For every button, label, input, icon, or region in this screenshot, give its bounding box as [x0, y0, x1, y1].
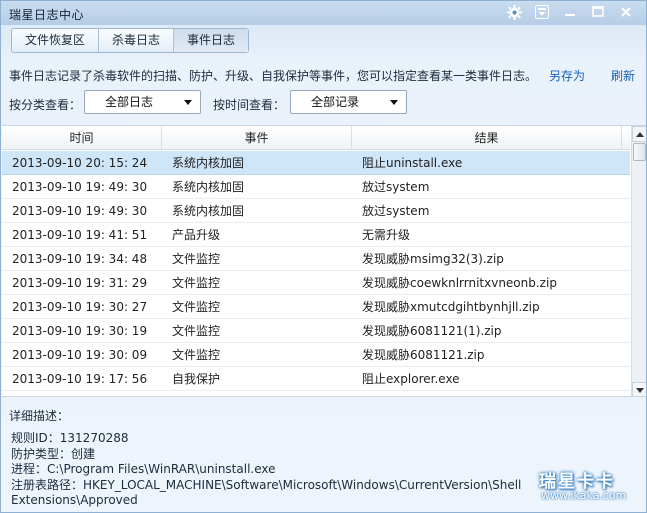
watermark-url: www.ikaka.com: [541, 489, 627, 502]
detail-description: 规则ID：131270288 防护类型：创建 进程：C:\Program Files…: [11, 431, 531, 509]
cell-event: 自我保护: [172, 372, 221, 386]
log-center-window: 瑞星日志中心 文件恢复区 杀毒日志 事件日志 事件日志记录了杀毒软件的扫描、防护…: [0, 0, 647, 513]
cell-time: 2013-09-10 19: 41: 51: [12, 227, 148, 242]
tab-bar: 文件恢复区 杀毒日志 事件日志: [11, 28, 250, 53]
table-row[interactable]: 2013-09-10 19: 34: 48 文件监控 发现威胁msimg32(3).…: [2, 247, 630, 271]
detail-line: Extensions\Approved: [11, 493, 138, 507]
cell-event: 文件监控: [172, 300, 221, 314]
scroll-down-button[interactable]: [632, 382, 646, 396]
save-as-link[interactable]: 另存为: [549, 67, 585, 84]
cell-event: 文件监控: [172, 252, 221, 266]
event-log-description: 事件日志记录了杀毒软件的扫描、防护、升级、自我保护等事件，您可以指定查看某一类事…: [9, 69, 538, 83]
close-icon[interactable]: [613, 2, 639, 22]
gear-icon[interactable]: [501, 2, 527, 22]
cell-event: 系统内核加固: [172, 204, 245, 218]
cell-result: 放过system: [362, 204, 430, 218]
cell-time: 2013-09-10 19: 49: 30: [12, 203, 148, 218]
cell-result: 阻止uninstall.exe: [362, 156, 463, 170]
cell-time: 2013-09-10 19: 34: 48: [12, 251, 148, 266]
category-filter-value: 全部日志: [105, 95, 154, 109]
detail-line: 规则ID：131270288: [11, 431, 129, 445]
minimize-icon[interactable]: [557, 2, 583, 22]
cell-result: 发现威胁6081121(1).zip: [362, 324, 502, 338]
cell-event: 系统内核加固: [172, 156, 245, 170]
category-filter-label: 按分类查看：: [9, 98, 82, 112]
cell-time: 2013-09-10 19: 31: 29: [12, 275, 148, 290]
cell-time: 2013-09-10 19: 30: 09: [12, 347, 148, 362]
detail-line: 进程：C:\Program Files\WinRAR\uninstall.exe: [11, 462, 276, 476]
arrow-up-icon: [635, 131, 644, 137]
cell-time: 2013-09-10 19: 30: 19: [12, 323, 148, 338]
category-filter-select[interactable]: 全部日志: [84, 90, 201, 114]
column-header-event[interactable]: 事件: [162, 126, 352, 150]
cell-time: 2013-09-10 19: 30: 27: [12, 299, 148, 314]
event-log-table: 时间 事件 结果 2013-09-10 20: 15: 24 系统内核加固 阻止un…: [2, 125, 646, 397]
cell-event: 文件监控: [172, 276, 221, 290]
cell-result: 无需升级: [362, 228, 411, 242]
vertical-scrollbar[interactable]: [631, 126, 646, 396]
refresh-link[interactable]: 刷新: [611, 67, 635, 84]
table-body: 2013-09-10 20: 15: 24 系统内核加固 阻止uninstall.e…: [2, 151, 630, 391]
tab-file-recovery[interactable]: 文件恢复区: [12, 29, 100, 52]
scroll-up-button[interactable]: [632, 126, 646, 142]
cell-result: 发现威胁msimg32(3).zip: [362, 252, 504, 266]
chevron-down-icon: [390, 100, 398, 105]
cell-event: 产品升级: [172, 228, 221, 242]
cell-result: 放过system: [362, 180, 430, 194]
cell-time: 2013-09-10 19: 49: 30: [12, 179, 148, 194]
time-filter-label: 按时间查看：: [213, 98, 286, 112]
cell-event: 文件监控: [172, 324, 221, 338]
chevron-down-icon: [184, 100, 192, 105]
cell-result: 发现威胁coewknlrrnitxvneonb.zip: [362, 276, 557, 290]
window-title: 瑞星日志中心: [9, 8, 85, 22]
cell-time: 2013-09-10 19: 17: 56: [12, 371, 148, 386]
cell-result: 发现威胁6081121.zip: [362, 348, 485, 362]
watermark: 瑞星卡卡 www.ikaka.com: [531, 467, 643, 511]
tab-scan-log[interactable]: 杀毒日志: [99, 29, 175, 52]
table-row[interactable]: 2013-09-10 19: 49: 30 系统内核加固 放过system: [2, 175, 630, 199]
time-filter-value: 全部记录: [311, 95, 360, 109]
table-row[interactable]: 2013-09-10 19: 30: 09 文件监控 发现威胁6081121.zip: [2, 343, 630, 367]
table-row[interactable]: 2013-09-10 19: 41: 51 产品升级 无需升级: [2, 223, 630, 247]
maximize-icon[interactable]: [585, 2, 611, 22]
title-bar: 瑞星日志中心: [1, 1, 646, 25]
cell-result: 阻止explorer.exe: [362, 372, 460, 386]
dropdown-menu-icon[interactable]: [529, 2, 555, 22]
column-header-result[interactable]: 结果: [352, 126, 622, 150]
tab-event-log[interactable]: 事件日志: [174, 29, 249, 52]
detail-title: 详细描述：: [9, 409, 70, 423]
arrow-down-icon: [635, 387, 644, 393]
table-row[interactable]: 2013-09-10 19: 17: 56 自我保护 阻止explorer.exe: [2, 367, 630, 391]
table-header: 时间 事件 结果: [2, 126, 630, 150]
table-row[interactable]: 2013-09-10 19: 49: 30 系统内核加固 放过system: [2, 199, 630, 223]
time-filter-select[interactable]: 全部记录: [290, 90, 407, 114]
column-header-time[interactable]: 时间: [2, 126, 162, 150]
detail-line: 注册表路径：HKEY_LOCAL_MACHINE\Software\Micros…: [11, 477, 522, 492]
table-row[interactable]: 2013-09-10 19: 30: 27 文件监控 发现威胁xmutcdgihtb…: [2, 295, 630, 319]
table-row[interactable]: 2013-09-10 19: 31: 29 文件监控 发现威胁coewknlrrni…: [2, 271, 630, 295]
detail-line: 防护类型：创建: [11, 446, 96, 461]
table-row[interactable]: 2013-09-10 20: 15: 24 系统内核加固 阻止uninstall.e…: [2, 151, 630, 175]
cell-event: 系统内核加固: [172, 180, 245, 194]
cell-event: 文件监控: [172, 348, 221, 362]
scrollbar-thumb[interactable]: [633, 143, 646, 161]
cell-time: 2013-09-10 20: 15: 24: [12, 155, 148, 170]
cell-result: 发现威胁xmutcdgihtbynhjll.zip: [362, 300, 540, 314]
table-row[interactable]: 2013-09-10 19: 30: 19 文件监控 发现威胁6081121(1).…: [2, 319, 630, 343]
